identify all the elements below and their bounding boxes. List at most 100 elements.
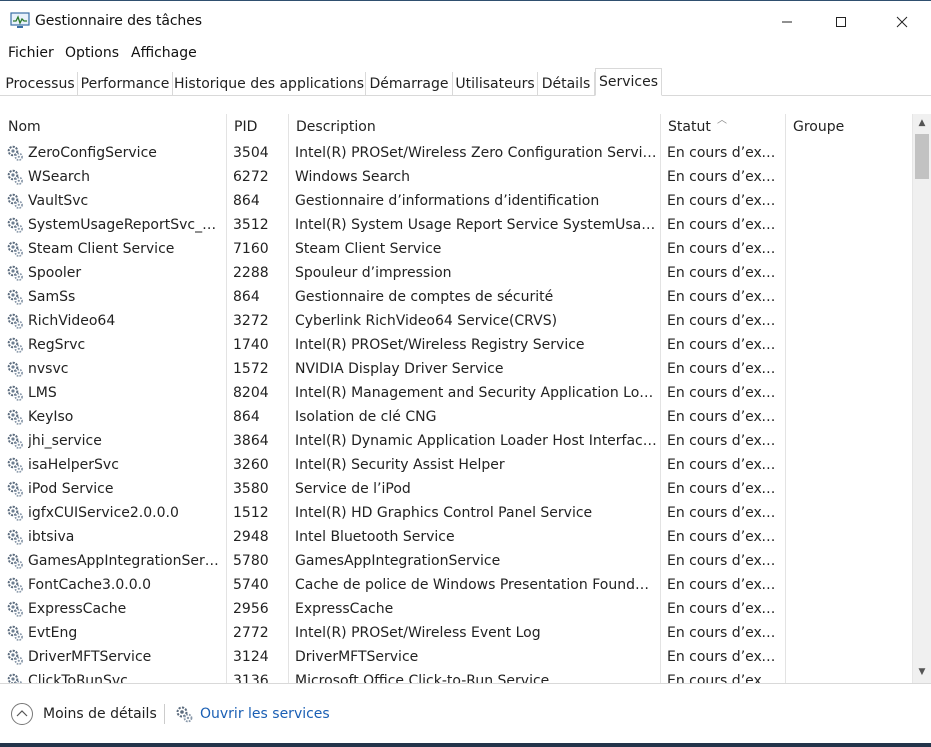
service-description: Isolation de clé CNG xyxy=(295,409,437,425)
service-group xyxy=(792,525,907,549)
service-pid: 1572 xyxy=(233,361,269,377)
table-row[interactable]: WSearch 6272 Windows Search En cours d’exéc… xyxy=(0,165,912,189)
tab-details[interactable]: Détails xyxy=(538,72,595,95)
menu-options[interactable]: Options xyxy=(65,45,119,61)
title-bar[interactable]: Gestionnaire des tâches xyxy=(0,1,931,43)
table-row[interactable]: ZeroConfigService 3504 Intel(R) PROSet/Wir… xyxy=(0,141,912,165)
service-pid: 2948 xyxy=(233,529,269,545)
service-description: Intel(R) PROSet/Wireless Zero Configurat… xyxy=(295,145,657,161)
scroll-down-arrow-icon[interactable]: ▼ xyxy=(913,663,931,681)
tab-demarrage[interactable]: Démarrage xyxy=(366,72,453,95)
service-gears-icon xyxy=(7,553,23,569)
service-status: En cours d’exéc... xyxy=(667,289,782,305)
tab-historique[interactable]: Historique des applications xyxy=(173,72,366,95)
service-pid: 2772 xyxy=(233,625,269,641)
service-group xyxy=(792,669,907,683)
table-row[interactable]: ibtsiva 2948 Intel Bluetooth Service En cou… xyxy=(0,525,912,549)
column-header-description[interactable]: Description xyxy=(288,114,660,141)
service-name: nvsvc xyxy=(28,361,69,377)
column-header-pid[interactable]: PID xyxy=(226,114,288,141)
service-pid: 3512 xyxy=(233,217,269,233)
scroll-up-arrow-icon[interactable]: ▲ xyxy=(913,114,931,132)
service-description: DriverMFTService xyxy=(295,649,419,665)
tab-processus[interactable]: Processus xyxy=(3,72,78,95)
column-header-group[interactable]: Groupe xyxy=(785,114,912,141)
task-manager-icon xyxy=(10,12,30,28)
service-gears-icon xyxy=(7,481,23,497)
close-icon xyxy=(896,16,908,28)
menu-bar: Fichier Options Affichage xyxy=(0,43,931,65)
service-description: Microsoft Office Click-to-Run Service xyxy=(295,673,550,683)
service-gears-icon xyxy=(7,289,23,305)
open-services-link[interactable]: Ouvrir les services xyxy=(174,702,330,726)
close-button[interactable] xyxy=(879,1,925,43)
table-row[interactable]: jhi_service 3864 Intel(R) Dynamic Applicat… xyxy=(0,429,912,453)
table-row[interactable]: Spooler 2288 Spouleur d’impression En cours… xyxy=(0,261,912,285)
tab-performance[interactable]: Performance xyxy=(78,72,173,95)
table-row[interactable]: Steam Client Service 7160 Steam Client Ser… xyxy=(0,237,912,261)
service-name: iPod Service xyxy=(28,481,114,497)
service-pid: 8204 xyxy=(233,385,269,401)
maximize-button[interactable] xyxy=(818,1,864,43)
service-description: GamesAppIntegrationService xyxy=(295,553,501,569)
service-group xyxy=(792,213,907,237)
table-row[interactable]: iPod Service 3580 Service de l’iPod En cour… xyxy=(0,477,912,501)
table-row[interactable]: DriverMFTService 3124 DriverMFTService En c… xyxy=(0,645,912,669)
service-pid: 3504 xyxy=(233,145,269,161)
menu-fichier[interactable]: Fichier xyxy=(8,45,54,61)
service-status: En cours d’exéc... xyxy=(667,145,782,161)
table-row[interactable]: EvtEng 2772 Intel(R) PROSet/Wireless Event… xyxy=(0,621,912,645)
service-status: En cours d’exéc... xyxy=(667,625,782,641)
service-group xyxy=(792,333,907,357)
service-pid: 1740 xyxy=(233,337,269,353)
service-group xyxy=(792,597,907,621)
service-pid: 864 xyxy=(233,193,260,209)
scrollbar-thumb[interactable] xyxy=(915,134,929,179)
service-gears-icon xyxy=(7,241,23,257)
column-header-name[interactable]: Nom xyxy=(0,114,226,141)
table-row[interactable]: RichVideo64 3272 Cyberlink RichVideo64 Ser… xyxy=(0,309,912,333)
service-description: Spouleur d’impression xyxy=(295,265,452,281)
table-row[interactable]: isaHelperSvc 3260 Intel(R) Security Assist… xyxy=(0,453,912,477)
service-description: Intel(R) Dynamic Application Loader Host… xyxy=(295,433,657,449)
service-group xyxy=(792,549,907,573)
service-description: Intel(R) PROSet/Wireless Event Log xyxy=(295,625,541,641)
service-name: LMS xyxy=(28,385,57,401)
menu-affichage[interactable]: Affichage xyxy=(131,45,197,61)
table-row[interactable]: ClickToRunSvc 3136 Microsoft Office Click-… xyxy=(0,669,912,683)
table-row[interactable]: nvsvc 1572 NVIDIA Display Driver Service En… xyxy=(0,357,912,381)
table-row[interactable]: igfxCUIService2.0.0.0 1512 Intel(R) HD Gra… xyxy=(0,501,912,525)
service-gears-icon xyxy=(7,625,23,641)
table-row[interactable]: RegSrvc 1740 Intel(R) PROSet/Wireless Regi… xyxy=(0,333,912,357)
service-gears-icon xyxy=(7,217,23,233)
service-status: En cours d’exéc... xyxy=(667,337,782,353)
service-name: RichVideo64 xyxy=(28,313,116,329)
less-details-button[interactable]: Moins de détails xyxy=(10,702,157,726)
footer-bar: Moins de détails Ouvrir les services xyxy=(0,683,931,743)
tab-services[interactable]: Services xyxy=(595,68,662,96)
table-row[interactable]: FontCache3.0.0.0 5740 Cache de police de W… xyxy=(0,573,912,597)
table-row[interactable]: GamesAppIntegrationService 5780 GamesAppIn… xyxy=(0,549,912,573)
service-status: En cours d’exéc... xyxy=(667,265,782,281)
table-row[interactable]: VaultSvc 864 Gestionnaire d’informations d… xyxy=(0,189,912,213)
service-description: Service de l’iPod xyxy=(295,481,411,497)
minimize-button[interactable] xyxy=(764,1,810,43)
service-group xyxy=(792,141,907,165)
service-gears-icon xyxy=(7,457,23,473)
tab-utilisateurs[interactable]: Utilisateurs xyxy=(453,72,538,95)
table-row[interactable]: KeyIso 864 Isolation de clé CNG En cours d’… xyxy=(0,405,912,429)
service-pid: 3580 xyxy=(233,481,269,497)
table-row[interactable]: LMS 8204 Intel(R) Management and Security … xyxy=(0,381,912,405)
table-row[interactable]: SamSs 864 Gestionnaire de comptes de sécur… xyxy=(0,285,912,309)
service-pid: 2956 xyxy=(233,601,269,617)
table-row[interactable]: SystemUsageReportSvc_QU... 3512 Intel(R) S… xyxy=(0,213,912,237)
service-name: SystemUsageReportSvc_QU... xyxy=(28,217,224,233)
service-status: En cours d’exéc... xyxy=(667,193,782,209)
service-description: Cache de police de Windows Presentation … xyxy=(295,577,657,593)
service-status: En cours d’exéc... xyxy=(667,433,782,449)
service-pid: 7160 xyxy=(233,241,269,257)
service-name: ibtsiva xyxy=(28,529,75,545)
table-row[interactable]: ExpressCache 2956 ExpressCache En cours d’e… xyxy=(0,597,912,621)
service-description: Cyberlink RichVideo64 Service(CRVS) xyxy=(295,313,558,329)
vertical-scrollbar[interactable]: ▲ ▼ xyxy=(912,114,931,683)
